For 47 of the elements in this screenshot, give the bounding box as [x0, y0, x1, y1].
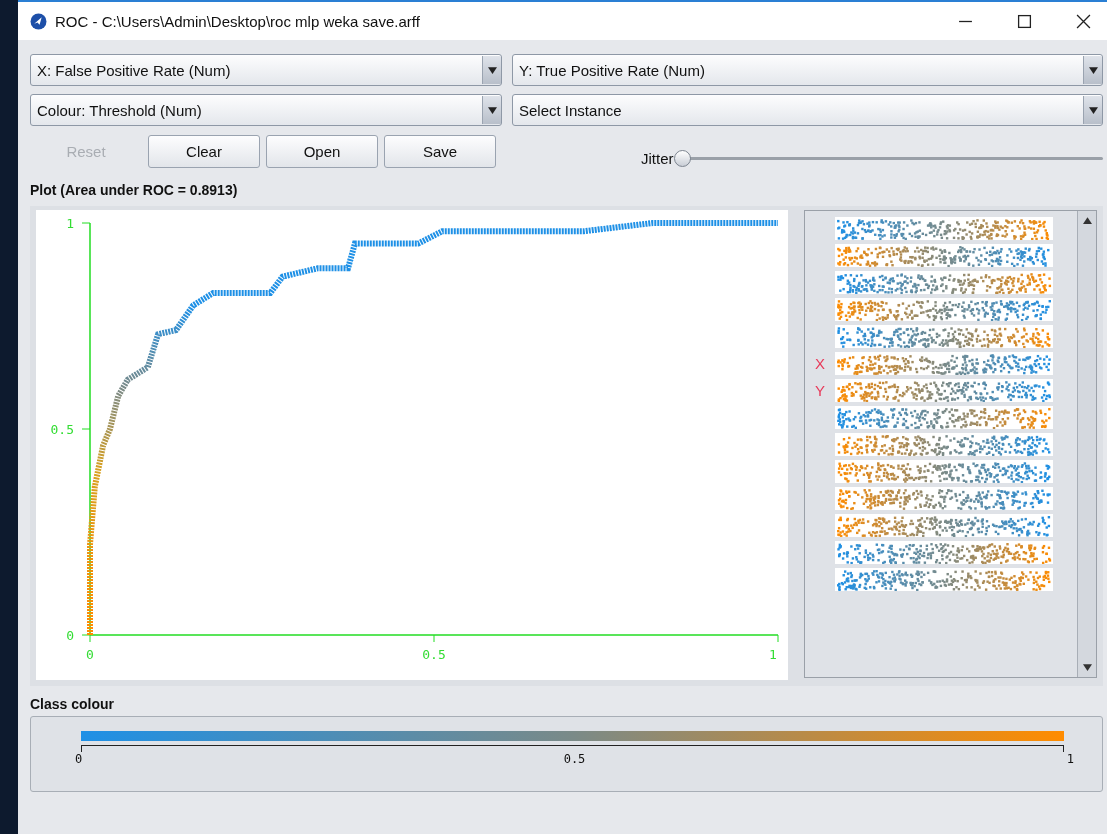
y-tick-label: 0.5 — [50, 422, 74, 437]
axis-marker: X — [815, 355, 825, 372]
attribute-strip[interactable] — [835, 487, 1053, 510]
close-icon[interactable] — [1076, 13, 1091, 29]
dropdown-arrow-icon — [1088, 106, 1098, 114]
attribute-strip[interactable] — [835, 352, 1053, 375]
scroll-up-icon[interactable] — [1082, 217, 1092, 224]
x-tick-label: 0 — [86, 647, 94, 662]
dropdown[interactable]: Select Instance — [512, 94, 1103, 126]
dropdown[interactable]: Y: True Positive Rate (Num) — [512, 54, 1103, 86]
attribute-strip[interactable] — [835, 244, 1053, 267]
action-button[interactable]: Open — [266, 134, 378, 168]
jitter-label: Jitter — [641, 149, 674, 167]
attribute-strip[interactable] — [835, 271, 1053, 294]
attribute-strip[interactable] — [835, 568, 1053, 591]
attribute-strip[interactable] — [835, 379, 1053, 402]
scale-tick-label: 0.5 — [563, 752, 586, 766]
attribute-strip[interactable] — [835, 298, 1053, 321]
scale-tick-label: 0 — [75, 752, 83, 766]
plot-title: Plot (Area under ROC = 0.8913) — [30, 182, 239, 198]
x-tick-label: 1 — [769, 647, 777, 662]
action-button[interactable]: Clear — [148, 134, 260, 168]
maximize-icon[interactable] — [1017, 13, 1032, 29]
attribute-strip[interactable] — [835, 406, 1053, 429]
scrollbar[interactable] — [1077, 211, 1096, 677]
dropdown[interactable]: Colour: Threshold (Num) — [30, 94, 502, 126]
window-title: ROC - C:\Users\Admin\Desktop\roc mlp weka save.arff — [55, 12, 420, 30]
app-icon — [30, 12, 47, 30]
attribute-strip[interactable] — [835, 217, 1053, 240]
attribute-strip[interactable] — [835, 541, 1053, 564]
axis-marker: Y — [815, 382, 825, 399]
slider-thumb[interactable] — [673, 149, 691, 167]
dropdown-arrow-icon — [487, 106, 497, 114]
y-tick-label: 1 — [66, 216, 74, 231]
scroll-down-icon[interactable] — [1082, 664, 1092, 671]
dropdown-arrow-icon — [487, 66, 497, 74]
attribute-strip[interactable] — [835, 460, 1053, 483]
dropdown-arrow-icon — [1088, 66, 1098, 74]
attribute-strip[interactable] — [835, 514, 1053, 537]
y-tick-label: 0 — [66, 628, 74, 643]
class-colour-title: Class colour — [30, 696, 116, 712]
attribute-strip[interactable] — [835, 433, 1053, 456]
action-button[interactable]: Save — [384, 134, 496, 168]
x-tick-label: 0.5 — [422, 647, 446, 662]
dropdown[interactable]: X: False Positive Rate (Num) — [30, 54, 502, 86]
attribute-strip[interactable] — [835, 325, 1053, 348]
scale-tick-label: 1 — [1066, 752, 1074, 766]
